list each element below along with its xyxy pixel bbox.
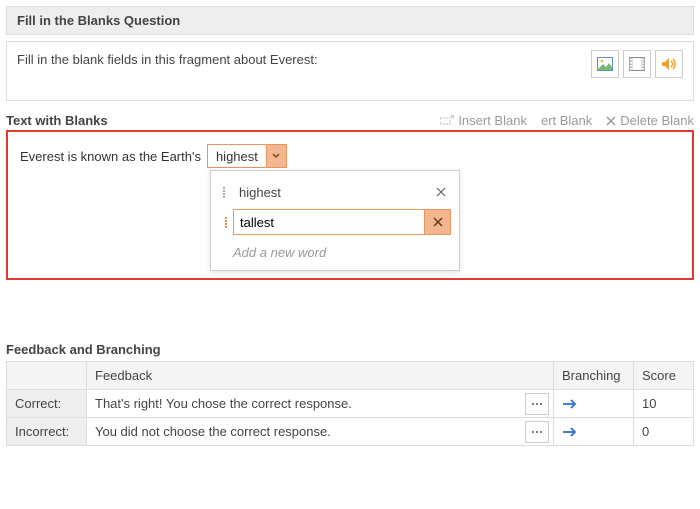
blank-options-panel: highest Add a new word xyxy=(210,170,460,271)
feedback-row-label: Correct: xyxy=(7,390,87,418)
audio-icon xyxy=(661,57,677,71)
media-buttons xyxy=(591,50,683,78)
feedback-row-incorrect: Incorrect: You did not choose the correc… xyxy=(7,418,694,446)
sentence-row: Everest is known as the Earth's highest xyxy=(20,144,680,168)
ellipsis-icon xyxy=(531,430,543,434)
video-icon xyxy=(629,57,645,71)
blank-dropdown[interactable]: highest xyxy=(207,144,287,168)
blank-selected-value: highest xyxy=(208,145,266,167)
add-new-word-hint[interactable]: Add a new word xyxy=(217,237,453,264)
insert-video-button[interactable] xyxy=(623,50,651,78)
arrow-right-icon xyxy=(562,398,578,410)
branching-cell[interactable] xyxy=(554,390,634,418)
feedback-row-label: Incorrect: xyxy=(7,418,87,446)
delete-blank-label: Delete Blank xyxy=(620,113,694,128)
feedback-header-feedback: Feedback xyxy=(87,362,554,390)
arrow-right-icon xyxy=(562,426,578,438)
blank-option-edit-row xyxy=(217,207,453,237)
section1-title: Fill in the Blanks Question xyxy=(6,6,694,35)
feedback-row-correct: Correct: That's right! You chose the cor… xyxy=(7,390,694,418)
text-with-blanks-editor[interactable]: Everest is known as the Earth's highest … xyxy=(6,130,694,280)
drag-handle-icon[interactable] xyxy=(219,217,233,228)
section2-title: Text with Blanks xyxy=(6,113,108,128)
feedback-text-cell[interactable]: That's right! You chose the correct resp… xyxy=(87,390,554,418)
branching-cell[interactable] xyxy=(554,418,634,446)
feedback-text-cell[interactable]: You did not choose the correct response. xyxy=(87,418,554,446)
feedback-edit-button[interactable] xyxy=(525,421,549,443)
blank-option-row[interactable]: highest xyxy=(217,177,453,207)
edit-blank-label: ert Blank xyxy=(541,113,592,128)
feedback-header-branching: Branching xyxy=(554,362,634,390)
question-prompt-box: Fill in the blank fields in this fragmen… xyxy=(6,41,694,101)
remove-option-button[interactable] xyxy=(431,182,451,202)
delete-blank-button[interactable]: Delete Blank xyxy=(606,113,694,128)
ellipsis-icon xyxy=(531,402,543,406)
feedback-text: That's right! You chose the correct resp… xyxy=(95,396,352,411)
feedback-header-row: Feedback Branching Score xyxy=(7,362,694,390)
question-prompt-text[interactable]: Fill in the blank fields in this fragmen… xyxy=(17,50,318,67)
chevron-down-icon xyxy=(272,153,280,159)
insert-image-button[interactable] xyxy=(591,50,619,78)
feedback-header-score: Score xyxy=(634,362,694,390)
feedback-header-blank xyxy=(7,362,87,390)
insert-blank-label: Insert Blank xyxy=(458,113,527,128)
feedback-section-title: Feedback and Branching xyxy=(6,342,694,357)
insert-blank-button[interactable]: Insert Blank xyxy=(440,113,527,128)
text-with-blanks-header: Text with Blanks Insert Blank ert Blank … xyxy=(6,113,694,128)
feedback-table: Feedback Branching Score Correct: That's… xyxy=(6,361,694,446)
close-icon xyxy=(606,116,616,126)
spacer xyxy=(0,280,700,328)
score-cell[interactable]: 0 xyxy=(634,418,694,446)
sentence-prefix: Everest is known as the Earth's xyxy=(20,149,201,164)
close-icon xyxy=(433,217,443,227)
blank-option-label: highest xyxy=(235,185,425,200)
remove-option-button[interactable] xyxy=(425,209,451,235)
score-cell[interactable]: 10 xyxy=(634,390,694,418)
edit-blank-button[interactable]: ert Blank xyxy=(541,113,592,128)
blanks-toolbar: Insert Blank ert Blank Delete Blank xyxy=(440,113,694,128)
drag-handle-icon[interactable] xyxy=(219,187,229,198)
feedback-text: You did not choose the correct response. xyxy=(95,424,331,439)
blank-dropdown-caret[interactable] xyxy=(266,145,286,167)
image-icon xyxy=(597,57,613,71)
blank-option-input[interactable] xyxy=(233,209,425,235)
feedback-edit-button[interactable] xyxy=(525,393,549,415)
insert-blank-icon xyxy=(440,115,454,127)
close-icon xyxy=(436,187,446,197)
insert-audio-button[interactable] xyxy=(655,50,683,78)
